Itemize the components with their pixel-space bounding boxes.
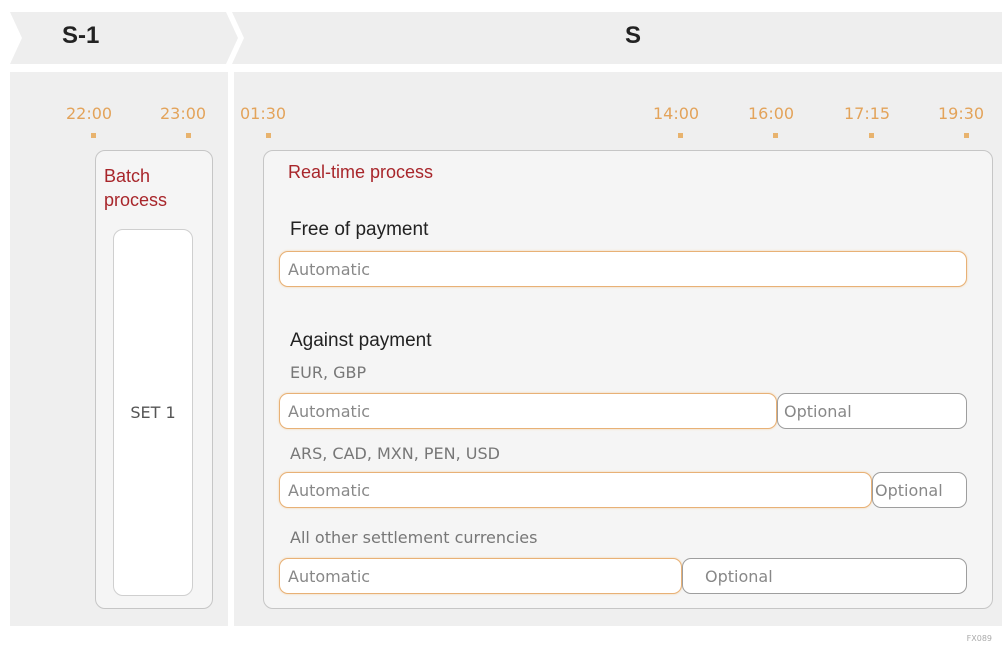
- currency-group-label-eur-gbp: EUR, GBP: [290, 363, 367, 382]
- realtime-process-title: Real-time process: [288, 162, 434, 182]
- header-chevron-current-day: [232, 12, 1002, 64]
- time-tick-1400: [678, 133, 683, 138]
- time-tick-1600: [773, 133, 778, 138]
- time-label-1400: 14:00: [653, 104, 700, 123]
- header-chevron-prev-day: [10, 12, 238, 64]
- time-label-1930: 19:30: [938, 104, 985, 123]
- against-payment-heading: Against payment: [290, 330, 432, 351]
- all-other-automatic-bar: Automatic: [279, 558, 682, 594]
- time-label-0130: 01:30: [240, 104, 287, 123]
- header-chevrons: [10, 12, 1002, 64]
- header-label-prev-day: S-1: [62, 22, 100, 49]
- time-label-1600: 16:00: [748, 104, 795, 123]
- figure-code: FX089: [966, 634, 992, 643]
- time-tick-2200: [91, 133, 96, 138]
- eur-gbp-automatic-bar: Automatic: [279, 393, 777, 429]
- batch-process-title-line2: process: [104, 190, 168, 210]
- time-tick-0130: [266, 133, 271, 138]
- header-label-current-day: S: [625, 22, 642, 49]
- all-other-optional-bar: Optional: [682, 558, 967, 594]
- eur-gbp-optional-bar: Optional: [777, 393, 967, 429]
- currency-group-label-ars-cad-mxn-pen-usd: ARS, CAD, MXN, PEN, USD: [290, 444, 500, 463]
- time-label-1715: 17:15: [844, 104, 891, 123]
- currency-group-label-all-other: All other settlement currencies: [290, 528, 538, 547]
- free-of-payment-heading: Free of payment: [290, 219, 429, 240]
- time-tick-1930: [964, 133, 969, 138]
- time-label-2200: 22:00: [66, 104, 113, 123]
- time-label-2300: 23:00: [160, 104, 207, 123]
- batch-process-title-line1: Batch: [104, 166, 151, 186]
- free-of-payment-automatic-bar: Automatic: [279, 251, 967, 287]
- ars-usd-automatic-bar: Automatic: [279, 472, 872, 508]
- ars-usd-optional-bar: Optional: [872, 472, 967, 508]
- set1-box: SET 1: [113, 229, 193, 596]
- time-tick-1715: [869, 133, 874, 138]
- time-tick-2300: [186, 133, 191, 138]
